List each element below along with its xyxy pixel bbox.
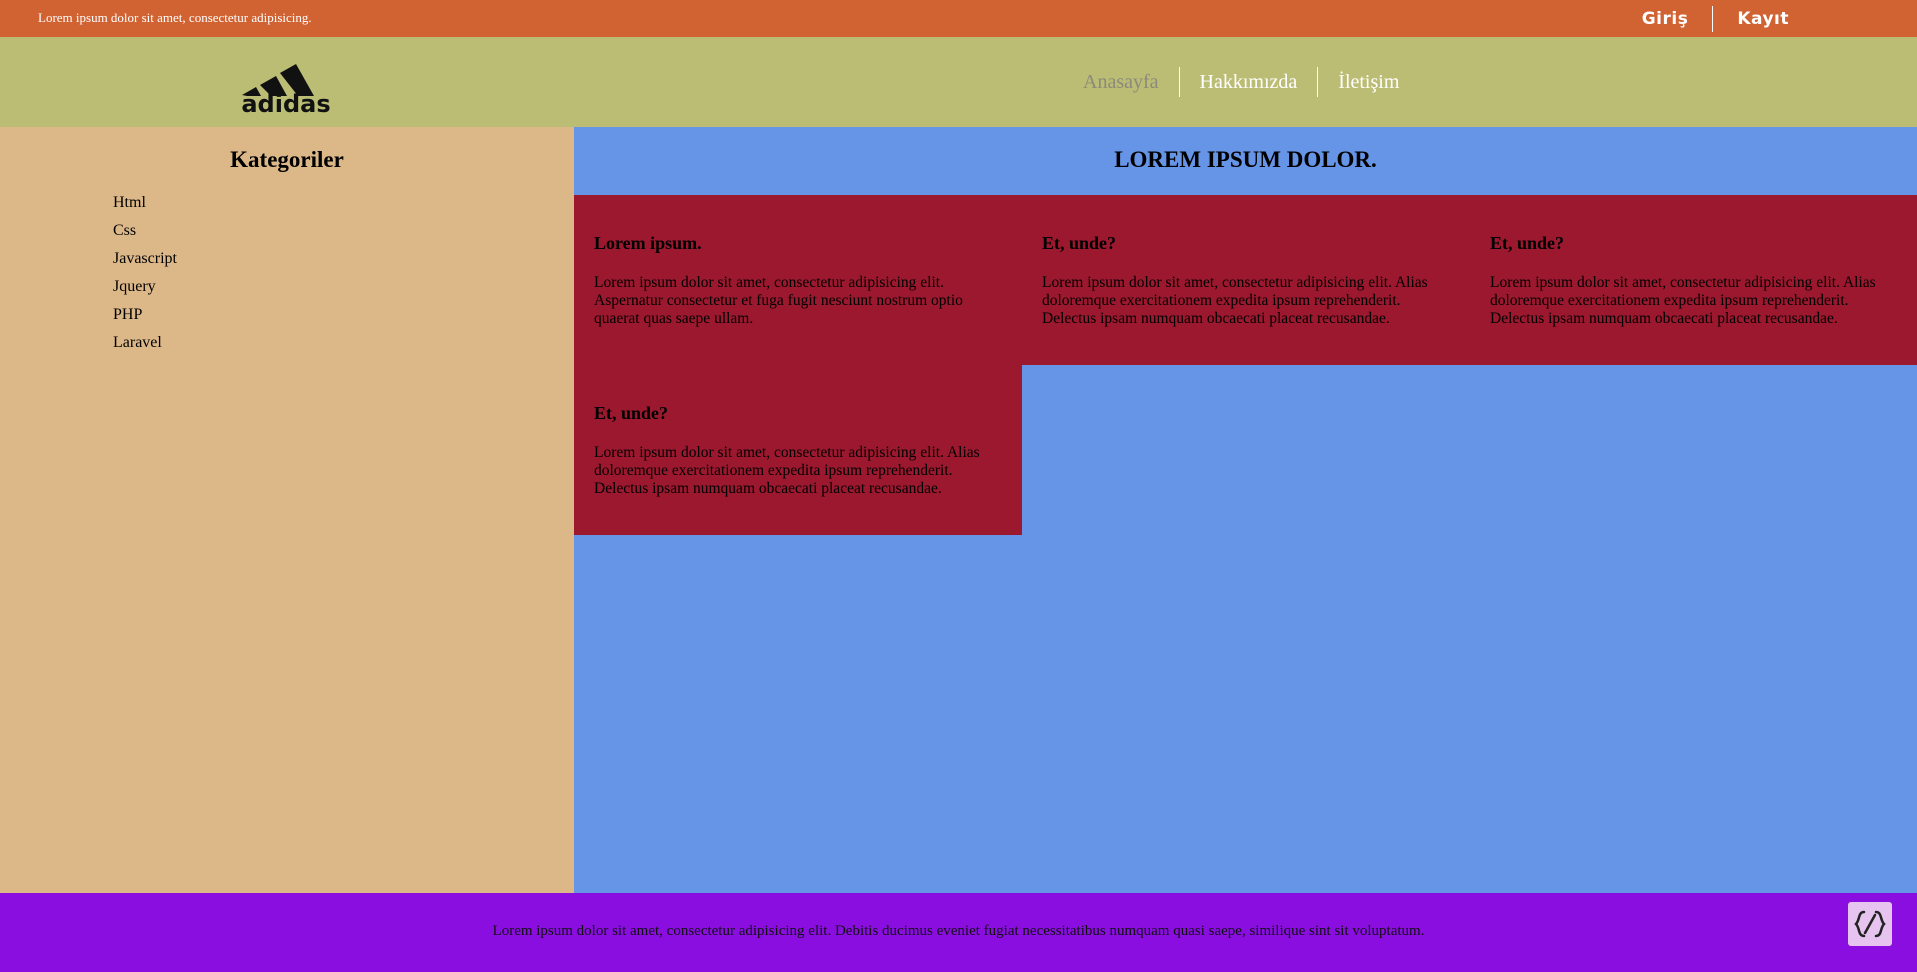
- auth-links: Giriş Kayıt: [1618, 0, 1813, 37]
- login-link[interactable]: Giriş: [1618, 9, 1713, 29]
- footer: Lorem ipsum dolor sit amet, consectetur …: [0, 893, 1917, 972]
- category-item-css[interactable]: Css: [113, 221, 177, 249]
- content-card: Et, unde? Lorem ipsum dolor sit amet, co…: [1470, 195, 1917, 365]
- nav-item-anasayfa[interactable]: Anasayfa: [1063, 71, 1179, 94]
- category-item-html[interactable]: Html: [113, 193, 177, 221]
- category-item-php[interactable]: PHP: [113, 305, 177, 333]
- card-title: Et, unde?: [594, 403, 669, 423]
- adidas-logo[interactable]: adidas: [236, 49, 336, 115]
- page-title: LOREM IPSUM DOLOR.: [1114, 147, 1377, 172]
- main-nav: Anasayfa Hakkımızda İletişim: [1063, 37, 1419, 127]
- card-title: Et, unde?: [1490, 233, 1565, 253]
- nav-item-iletisim[interactable]: İletişim: [1318, 71, 1419, 94]
- content-card: Lorem ipsum. Lorem ipsum dolor sit amet,…: [574, 195, 1022, 365]
- content-card: Et, unde? Lorem ipsum dolor sit amet, co…: [574, 365, 1022, 535]
- card-title: Et, unde?: [1042, 233, 1117, 253]
- category-item-laravel[interactable]: Laravel: [113, 333, 177, 361]
- category-list: Html Css Javascript Jquery PHP Laravel: [113, 193, 177, 361]
- content-card: Et, unde? Lorem ipsum dolor sit amet, co…: [1022, 195, 1470, 365]
- nav-item-hakkimizda[interactable]: Hakkımızda: [1180, 71, 1318, 94]
- top-bar-message: Lorem ipsum dolor sit amet, consectetur …: [38, 10, 312, 25]
- header: adidas Anasayfa Hakkımızda İletişim: [0, 37, 1917, 127]
- card-text: Lorem ipsum dolor sit amet, consectetur …: [1042, 274, 1428, 327]
- footer-text: Lorem ipsum dolor sit amet, consectetur …: [492, 923, 1425, 939]
- sidebar-title: Kategoriler: [230, 147, 344, 172]
- category-item-javascript[interactable]: Javascript: [113, 249, 177, 277]
- sidebar: Kategoriler Html Css Javascript Jquery P…: [0, 127, 574, 893]
- card-text: Lorem ipsum dolor sit amet, consectetur …: [594, 444, 980, 497]
- extension-icon[interactable]: [1848, 902, 1892, 946]
- main-content: LOREM IPSUM DOLOR. Lorem ipsum. Lorem ip…: [574, 127, 1917, 893]
- card-text: Lorem ipsum dolor sit amet, consectetur …: [594, 274, 963, 327]
- card-text: Lorem ipsum dolor sit amet, consectetur …: [1490, 274, 1876, 327]
- category-item-jquery[interactable]: Jquery: [113, 277, 177, 305]
- top-bar: Lorem ipsum dolor sit amet, consectetur …: [0, 0, 1917, 37]
- register-link[interactable]: Kayıt: [1713, 9, 1813, 29]
- logo-text: adidas: [241, 90, 330, 115]
- card-title: Lorem ipsum.: [594, 233, 702, 253]
- curly-braces-icon: [1854, 910, 1886, 938]
